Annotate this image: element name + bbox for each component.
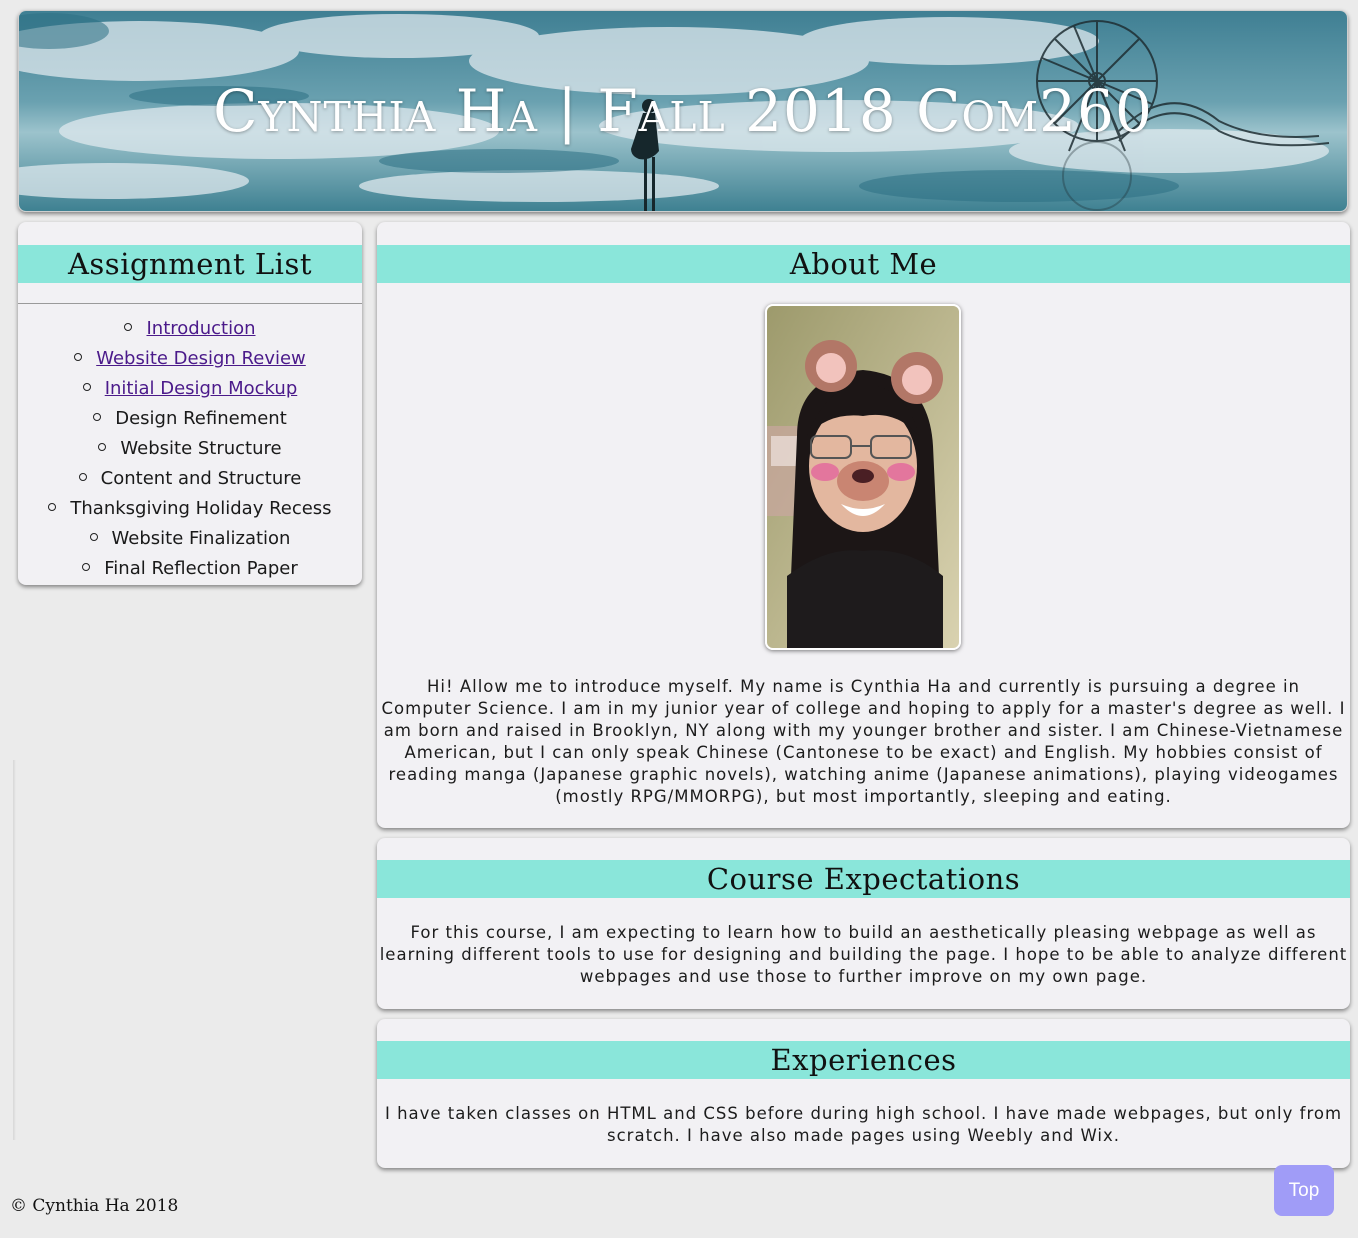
assignment-label-website-finalization: Website Finalization — [111, 528, 291, 549]
experiences-panel: Experiences I have taken classes on HTML… — [377, 1019, 1350, 1168]
assignment-list: Introduction Website Design Review Initi… — [18, 314, 362, 584]
assignment-label-website-structure: Website Structure — [120, 438, 282, 459]
list-item: Thanksgiving Holiday Recess — [18, 494, 362, 524]
assignment-label-content-and-structure: Content and Structure — [100, 468, 302, 489]
list-item: Website Finalization — [18, 524, 362, 554]
header-banner: Cynthia Ha | Fall 2018 Com260 — [18, 10, 1348, 212]
experiences-text: I have taken classes on HTML and CSS bef… — [384, 1104, 1343, 1145]
assignment-list-heading: Assignment List — [18, 245, 362, 283]
sidebar-column-shadow — [13, 760, 16, 1140]
list-item: Website Design Review — [18, 344, 362, 374]
about-me-text: Hi! Allow me to introduce myself. My nam… — [381, 677, 1346, 806]
about-me-heading: About Me — [377, 245, 1350, 283]
list-item: Introduction — [18, 314, 362, 344]
experiences-heading: Experiences — [377, 1041, 1350, 1079]
assignment-link-introduction[interactable]: Introduction — [146, 318, 255, 339]
assignment-link-initial-design-mockup[interactable]: Initial Design Mockup — [105, 378, 298, 399]
course-expectations-heading: Course Expectations — [377, 860, 1350, 898]
profile-photo — [765, 304, 961, 650]
list-item: Website Structure — [18, 434, 362, 464]
assignment-list-panel: Assignment List Introduction Website Des… — [18, 222, 362, 585]
assignment-label-design-refinement: Design Refinement — [115, 408, 287, 429]
about-me-panel: About Me Hi! Allow me to introduce mysel… — [377, 222, 1350, 828]
list-item: Content and Structure — [18, 464, 362, 494]
back-to-top-button[interactable]: Top — [1274, 1165, 1334, 1216]
list-item: Design Refinement — [18, 404, 362, 434]
assignment-label-thanksgiving-holiday-recess: Thanksgiving Holiday Recess — [70, 498, 332, 519]
list-item: Initial Design Mockup — [18, 374, 362, 404]
assignment-link-website-design-review[interactable]: Website Design Review — [96, 348, 306, 369]
course-expectations-text: For this course, I am expecting to learn… — [379, 923, 1348, 986]
sidebar-divider — [18, 303, 362, 304]
course-expectations-panel: Course Expectations For this course, I a… — [377, 838, 1350, 1009]
assignment-label-final-reflection-paper: Final Reflection Paper — [104, 558, 298, 579]
footer-copyright: © Cynthia Ha 2018 — [10, 1196, 179, 1216]
list-item: Final Reflection Paper — [18, 554, 362, 584]
site-title: Cynthia Ha | Fall 2018 Com260 — [213, 77, 1153, 145]
